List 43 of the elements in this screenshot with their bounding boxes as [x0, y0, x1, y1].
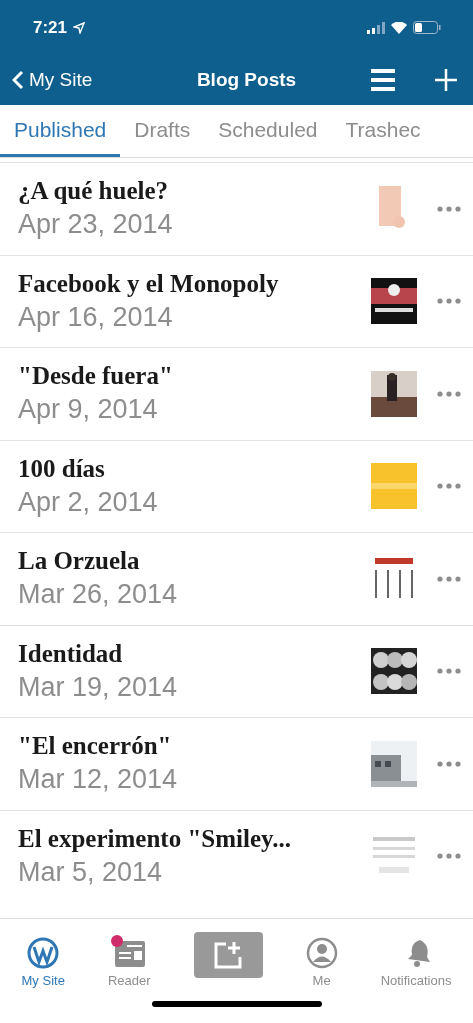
back-button[interactable]: My Site — [12, 69, 152, 91]
write-button[interactable] — [193, 932, 263, 978]
more-icon[interactable] — [437, 853, 461, 860]
wifi-icon — [391, 21, 407, 34]
post-date: Apr 23, 2014 — [18, 209, 173, 241]
filter-tab[interactable]: Published — [0, 105, 121, 157]
post-date: Apr 2, 2014 — [18, 486, 158, 518]
post-title[interactable]: 100 días — [18, 454, 105, 483]
profile-icon — [305, 936, 338, 969]
post-date: Mar 19, 2014 — [18, 671, 178, 703]
post-title[interactable]: "El encerrón" — [18, 732, 172, 761]
post-title[interactable]: Identidad — [18, 639, 123, 668]
more-icon[interactable] — [437, 298, 461, 305]
more-icon[interactable] — [437, 760, 461, 767]
post-date: Apr 9, 2014 — [18, 394, 158, 426]
me-tab[interactable]: Me — [305, 936, 338, 988]
signal-icon — [367, 21, 385, 34]
post-date: Mar 5, 2014 — [18, 856, 163, 888]
more-icon[interactable] — [437, 205, 461, 212]
screen-title: Blog Posts — [195, 69, 298, 91]
wordpress-icon — [27, 936, 60, 969]
post-title[interactable]: ¿A qué huele? — [18, 177, 169, 206]
more-icon[interactable] — [437, 668, 461, 675]
post-date: Mar 26, 2014 — [18, 579, 178, 611]
more-icon[interactable] — [437, 483, 461, 490]
chevron-icon — [12, 70, 24, 90]
mysite-tab[interactable]: My Site — [21, 936, 65, 988]
post-title[interactable]: El experimento "Smiley... — [18, 824, 291, 853]
new-post-icon — [213, 940, 244, 970]
more-icon[interactable] — [437, 575, 461, 582]
reader-icon — [113, 938, 146, 967]
post-title[interactable]: "Desde fuera" — [18, 362, 173, 391]
post-title[interactable]: La Orzuela — [18, 547, 140, 576]
post-date: Mar 12, 2014 — [18, 764, 178, 796]
reader-tab[interactable]: Reader — [107, 936, 151, 988]
status-time: 7:21 — [33, 17, 68, 38]
list-view-icon[interactable] — [371, 69, 395, 91]
more-icon[interactable] — [437, 390, 461, 397]
add-icon[interactable] — [435, 69, 457, 91]
battery-icon — [413, 21, 441, 34]
post-title[interactable]: Facebook y el Monopoly — [18, 269, 279, 298]
post-date: Apr 16, 2014 — [18, 301, 173, 333]
location-icon — [73, 21, 86, 34]
